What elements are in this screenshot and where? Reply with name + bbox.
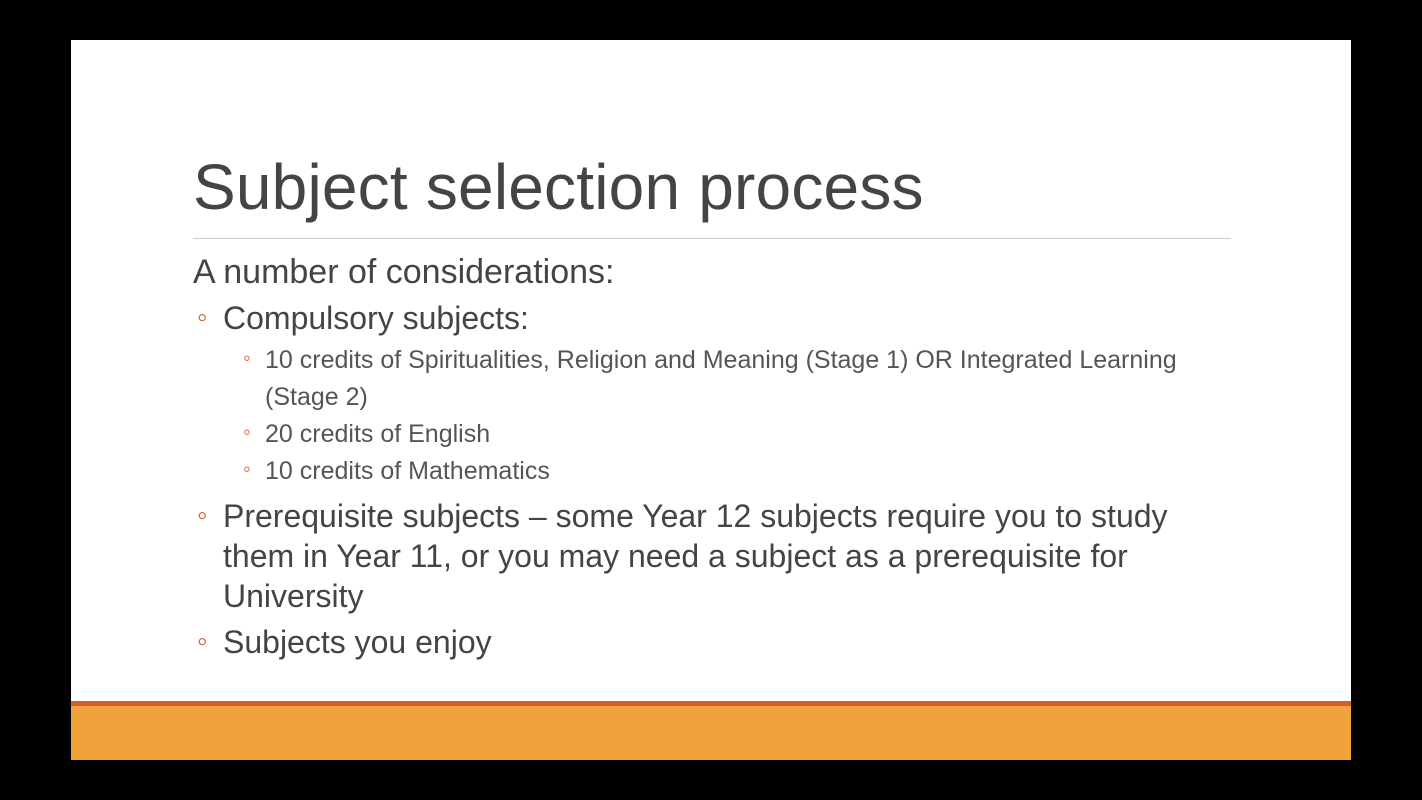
slide-subtitle: A number of considerations:: [193, 253, 1231, 292]
slide: Subject selection process A number of co…: [71, 40, 1351, 760]
sub-bullet-list: 10 credits of Spiritualities, Religion a…: [223, 342, 1231, 490]
bullet-text: Compulsory subjects:: [223, 300, 529, 336]
title-rule: [193, 238, 1231, 239]
sub-bullet-item: 10 credits of Spiritualities, Religion a…: [243, 342, 1231, 416]
sub-bullet-item: 20 credits of English: [243, 416, 1231, 453]
bullet-item: Subjects you enjoy: [197, 622, 1231, 662]
bullet-text: Prerequisite subjects – some Year 12 sub…: [223, 498, 1168, 614]
bullet-item: Compulsory subjects: 10 credits of Spiri…: [197, 298, 1231, 490]
bullet-item: Prerequisite subjects – some Year 12 sub…: [197, 496, 1231, 616]
slide-content: Subject selection process A number of co…: [71, 40, 1351, 662]
bullet-text: Subjects you enjoy: [223, 624, 492, 660]
bullet-list: Compulsory subjects: 10 credits of Spiri…: [193, 298, 1231, 662]
sub-bullet-item: 10 credits of Mathematics: [243, 453, 1231, 490]
footer-bar: [71, 701, 1351, 760]
slide-title: Subject selection process: [193, 150, 1231, 224]
